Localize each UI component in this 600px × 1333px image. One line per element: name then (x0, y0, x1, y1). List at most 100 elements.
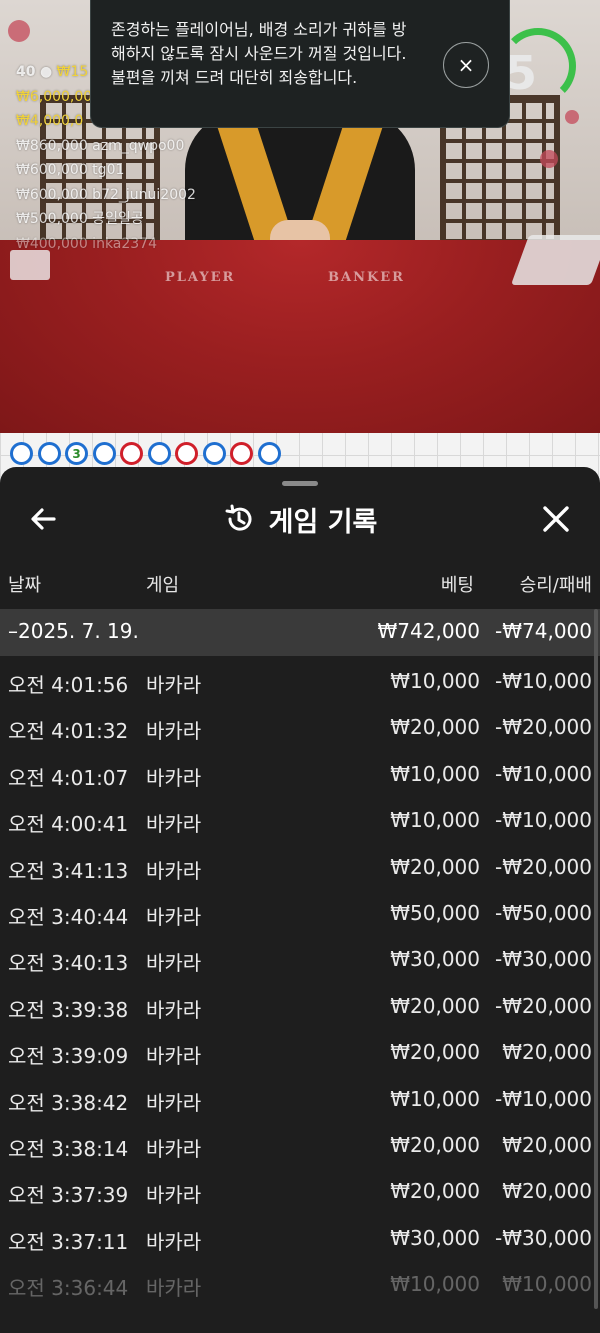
row-time: 오전 3:37:11 (8, 1229, 129, 1254)
toast-close-button[interactable]: × (443, 42, 489, 88)
row-result: -₩20,000 (495, 715, 592, 740)
row-bet: ₩10,000 (390, 808, 480, 833)
blossom-decoration (565, 110, 579, 124)
title-wrap: 게임 기록 (0, 495, 600, 543)
player-count: 40 (16, 64, 36, 80)
row-bet: ₩20,000 (390, 715, 480, 740)
history-row[interactable]: 오전 3:37:11 바카라 ₩30,000 -₩30,000 (0, 1216, 600, 1262)
row-result: -₩20,000 (495, 993, 592, 1018)
row-time: 오전 4:01:32 (8, 719, 129, 744)
sound-notice-toast: 존경하는 플레이어님, 배경 소리가 귀하를 방해하지 않도록 잠시 사운드가 … (90, 0, 510, 128)
row-game: 바카라 (146, 1136, 202, 1161)
date-summary-row[interactable]: –2025. 7. 19. ₩742,000 -₩74,000 (0, 609, 600, 656)
history-row[interactable]: 오전 4:01:56 바카라 ₩10,000 -₩10,000 (0, 659, 600, 705)
history-row[interactable]: 오전 3:37:39 바카라 ₩20,000 ₩20,000 (0, 1169, 600, 1215)
row-result: -₩50,000 (495, 900, 592, 925)
table-label-player: PLAYER (165, 270, 236, 285)
back-button[interactable] (24, 499, 64, 539)
row-time: 오전 3:40:13 (8, 951, 129, 976)
sheet-title: 게임 기록 (268, 506, 378, 538)
arrow-left-icon (31, 508, 56, 530)
history-row[interactable]: 오전 3:38:14 바카라 ₩20,000 ₩20,000 (0, 1123, 600, 1169)
row-result: -₩10,000 (495, 669, 592, 693)
bet-row: ₩400,000 inka2374 (16, 235, 158, 252)
row-bet: ₩10,000 (390, 669, 480, 693)
row-game: 바카라 (146, 858, 202, 883)
row-time: 오전 4:01:56 (8, 673, 129, 697)
bead-player (202, 442, 226, 465)
history-row[interactable]: 오전 3:39:38 바카라 ₩20,000 -₩20,000 (0, 984, 600, 1030)
history-row[interactable]: 오전 4:00:41 바카라 ₩10,000 -₩10,000 (0, 798, 600, 844)
row-bet: ₩10,000 (390, 1086, 480, 1111)
row-bet: ₩20,000 (390, 1179, 480, 1204)
summary-date: –2025. 7. 19. (8, 619, 139, 643)
history-icon (225, 504, 252, 531)
row-time: 오전 3:41:13 (8, 858, 129, 883)
row-bet: ₩20,000 (390, 1040, 480, 1065)
bead-banker (120, 442, 143, 465)
history-row[interactable]: 오전 4:01:07 바카라 ₩10,000 -₩10,000 (0, 752, 600, 798)
row-game: 바카라 (146, 904, 202, 929)
row-bet: ₩30,000 (390, 947, 480, 972)
row-time: 오전 3:36:44 (8, 1276, 129, 1301)
history-row[interactable]: 오전 3:38:42 바카라 ₩10,000 -₩10,000 (0, 1077, 600, 1123)
toast-message: 존경하는 플레이어님, 배경 소리가 귀하를 방해하지 않도록 잠시 사운드가 … (111, 20, 407, 87)
row-time: 오전 3:39:09 (8, 1044, 129, 1069)
row-bet: ₩10,000 (390, 761, 480, 786)
person-icon: ● (39, 64, 53, 80)
bead-player (147, 442, 171, 465)
row-bet: ₩20,000 (390, 854, 480, 879)
close-button[interactable] (536, 499, 576, 539)
row-bet: ₩20,000 (390, 1132, 480, 1157)
row-result: -₩20,000 (495, 854, 592, 879)
history-row[interactable]: 오전 3:41:13 바카라 ₩20,000 -₩20,000 (0, 845, 600, 891)
scrollbar[interactable] (594, 609, 598, 1309)
row-game: 바카라 (146, 719, 202, 744)
summary-bet: ₩742,000 (377, 619, 480, 643)
blossom-decoration (8, 20, 30, 42)
bead-player (257, 442, 281, 465)
row-game: 바카라 (146, 1229, 202, 1254)
row-game: 바카라 (146, 1090, 202, 1115)
row-game: 바카라 (146, 812, 202, 837)
bead-banker (230, 442, 253, 465)
row-time: 오전 4:00:41 (8, 812, 129, 837)
blossom-decoration (540, 150, 558, 168)
history-row[interactable]: 오전 4:01:32 바카라 ₩20,000 -₩20,000 (0, 705, 600, 751)
row-game: 바카라 (146, 673, 202, 697)
sheet-drag-handle[interactable] (282, 481, 318, 486)
history-row[interactable]: 오전 3:36:44 바카라 ₩10,000 ₩10,000 (0, 1262, 600, 1308)
bead-player (10, 442, 33, 465)
row-bet: ₩10,000 (390, 1272, 480, 1297)
bead-banker (175, 442, 198, 465)
history-list: 오전 4:01:56 바카라 ₩10,000 -₩10,000 오전 4:01:32 바카… (0, 659, 600, 1308)
column-bet: 베팅 (440, 575, 474, 596)
row-time: 오전 3:40:44 (8, 904, 129, 929)
row-time: 오전 3:39:38 (8, 997, 129, 1022)
history-row[interactable]: 오전 3:40:44 바카라 ₩50,000 -₩50,000 (0, 891, 600, 937)
history-row[interactable]: 오전 3:39:09 바카라 ₩20,000 ₩20,000 (0, 1030, 600, 1076)
row-result: ₩20,000 (502, 1179, 592, 1204)
baccarat-table (0, 240, 600, 433)
history-row[interactable]: 오전 3:40:13 바카라 ₩30,000 -₩30,000 (0, 937, 600, 983)
row-bet: ₩30,000 (390, 1225, 480, 1250)
row-result: ₩20,000 (502, 1132, 592, 1157)
bet-row: ₩500,000 공일일공 (16, 211, 144, 227)
row-time: 오전 3:38:42 (8, 1090, 129, 1115)
bead-tie: 3 (65, 442, 88, 465)
row-game: 바카라 (146, 997, 202, 1022)
bead-player (92, 442, 116, 465)
row-time: 오전 3:38:14 (8, 1136, 129, 1161)
column-date: 날짜 (8, 575, 42, 596)
table-label-banker: BANKER (328, 270, 405, 285)
row-game: 바카라 (146, 1183, 202, 1208)
summary-result: -₩74,000 (495, 619, 592, 643)
row-game: 바카라 (146, 1044, 202, 1069)
row-time: 오전 3:37:39 (8, 1183, 129, 1208)
row-result: -₩10,000 (495, 1086, 592, 1111)
row-result: -₩30,000 (495, 1225, 592, 1250)
row-result: ₩20,000 (502, 1040, 592, 1065)
bet-row: ₩600,000 tg01 (16, 162, 125, 178)
column-headers: 날짜 게임 베팅 승리/패배 (0, 571, 600, 599)
bead-player (37, 442, 61, 465)
